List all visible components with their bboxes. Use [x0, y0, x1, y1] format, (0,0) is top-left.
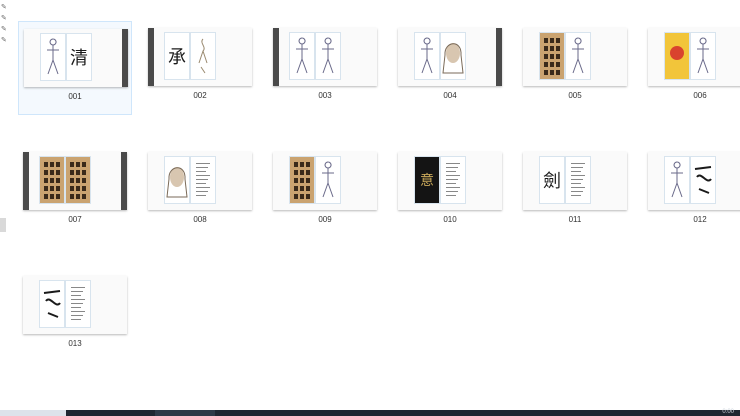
- thumbnail-page: 清: [66, 33, 92, 81]
- file-thumbnail[interactable]: [273, 28, 377, 86]
- file-thumbnail[interactable]: 意: [398, 152, 502, 210]
- thumbnail-page: [414, 32, 440, 80]
- file-thumbnail[interactable]: [23, 152, 127, 210]
- file-name-label: 011: [568, 215, 582, 224]
- file-name-label: 001: [68, 92, 82, 101]
- file-name-label: 013: [68, 339, 82, 348]
- thumbnail-page: [440, 156, 466, 204]
- taskbar-search[interactable]: [0, 410, 66, 416]
- thumbnail-page: [539, 32, 565, 80]
- thumbnail-page: [39, 280, 65, 328]
- file-thumbnail[interactable]: [398, 28, 502, 86]
- file-tile[interactable]: 承 002: [143, 21, 257, 115]
- thumbnail-page: [289, 156, 315, 204]
- file-name-label: 007: [68, 215, 82, 224]
- file-name-label: 005: [568, 91, 582, 100]
- thumbnail-page: [190, 156, 216, 204]
- thumbnail-page: [315, 156, 341, 204]
- taskbar-active-app[interactable]: [155, 410, 215, 416]
- file-tile[interactable]: 009: [268, 145, 382, 239]
- thumbnail-band: [121, 152, 127, 210]
- thumbnail-page: [664, 156, 690, 204]
- thumbnail-page: [190, 32, 216, 80]
- svg-text:意: 意: [420, 172, 434, 189]
- thumbnail-band: [273, 28, 279, 86]
- file-thumbnail[interactable]: [273, 152, 377, 210]
- thumbnail-page: [65, 156, 91, 204]
- svg-text:清: 清: [70, 48, 88, 69]
- file-tile[interactable]: 008: [143, 145, 257, 239]
- thumbnail-page: [664, 32, 690, 80]
- file-thumbnail[interactable]: [648, 152, 740, 210]
- svg-text:劍: 劍: [543, 171, 561, 192]
- file-name-label: 008: [193, 215, 207, 224]
- file-tile[interactable]: 003: [268, 21, 382, 115]
- thumbnail-page: [565, 32, 591, 80]
- thumbnail-page: [565, 156, 591, 204]
- file-tile[interactable]: 013: [18, 269, 132, 363]
- file-tile[interactable]: 012: [643, 145, 740, 239]
- svg-text:承: 承: [168, 47, 186, 68]
- thumbnail-band: [148, 28, 154, 86]
- thumbnail-page: 承: [164, 32, 190, 80]
- file-name-label: 004: [443, 91, 457, 100]
- thumbnail-page: [39, 156, 65, 204]
- thumbnail-page: 意: [414, 156, 440, 204]
- file-tile[interactable]: 劍 011: [518, 145, 632, 239]
- file-name-label: 006: [693, 91, 707, 100]
- file-grid: 清 001 承 002 003 004 005 006 007 008 009 意 010 劍 011 012…: [0, 0, 740, 410]
- thumbnail-band: [496, 28, 502, 86]
- thumbnail-band: [122, 29, 128, 87]
- file-name-label: 002: [193, 91, 207, 100]
- thumbnail-page: [164, 156, 190, 204]
- file-tile[interactable]: 007: [18, 145, 132, 239]
- file-tile[interactable]: 006: [643, 21, 740, 115]
- file-name-label: 009: [318, 215, 332, 224]
- thumbnail-page: [289, 32, 315, 80]
- file-thumbnail[interactable]: [648, 28, 740, 86]
- file-tile[interactable]: 005: [518, 21, 632, 115]
- thumbnail-page: [315, 32, 341, 80]
- thumbnail-page: [40, 33, 66, 81]
- taskbar: 0:00: [0, 409, 740, 416]
- file-thumbnail[interactable]: 清: [24, 29, 128, 87]
- file-tile[interactable]: 清 001: [18, 21, 132, 115]
- file-thumbnail[interactable]: 劍: [523, 152, 627, 210]
- file-name-label: 010: [443, 215, 457, 224]
- thumbnail-page: 劍: [539, 156, 565, 204]
- file-thumbnail[interactable]: 承: [148, 28, 252, 86]
- file-tile[interactable]: 004: [393, 21, 507, 115]
- file-name-label: 003: [318, 91, 332, 100]
- file-thumbnail[interactable]: [148, 152, 252, 210]
- file-name-label: 012: [693, 215, 707, 224]
- file-thumbnail[interactable]: [23, 276, 127, 334]
- taskbar-clock: 0:00: [722, 409, 734, 415]
- thumbnail-page: [440, 32, 466, 80]
- thumbnail-page: [690, 156, 716, 204]
- file-tile[interactable]: 意 010: [393, 145, 507, 239]
- file-thumbnail[interactable]: [523, 28, 627, 86]
- thumbnail-page: [690, 32, 716, 80]
- thumbnail-band: [23, 152, 29, 210]
- thumbnail-page: [65, 280, 91, 328]
